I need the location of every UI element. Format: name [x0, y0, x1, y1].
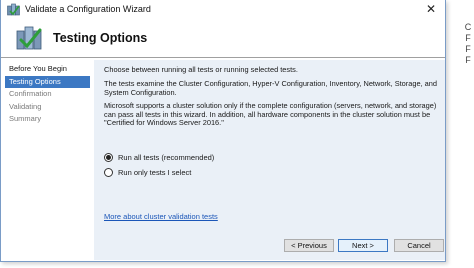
page-header: Testing Options — [1, 18, 445, 58]
support-note-text: Microsoft supports a cluster solution on… — [104, 101, 437, 128]
nav-item-before-you-begin[interactable]: Before You Begin — [5, 63, 90, 76]
title-bar[interactable]: Validate a Configuration Wizard ✕ — [1, 0, 445, 18]
nav-item-testing-options[interactable]: Testing Options — [5, 75, 90, 88]
background-text-fragment: F — [465, 55, 471, 65]
close-icon: ✕ — [425, 2, 437, 16]
nav-item-summary: Summary — [9, 114, 42, 123]
next-button[interactable]: Next > — [338, 239, 388, 252]
wizard-steps-nav: Before You Begin Testing Options Confirm… — [5, 60, 90, 260]
wizard-window: Validate a Configuration Wizard ✕ Testin… — [0, 0, 446, 262]
nav-item-confirmation: Confirmation — [9, 89, 52, 98]
cancel-button[interactable]: Cancel — [394, 239, 444, 252]
page-title: Testing Options — [53, 30, 148, 45]
radio-button[interactable] — [104, 168, 113, 177]
run-selected-tests-option[interactable]: Run only tests I select — [104, 168, 191, 177]
content-panel: Choose between running all tests or runn… — [94, 60, 445, 260]
cluster-validate-icon — [16, 26, 42, 49]
run-selected-tests-label: Run only tests I select — [118, 168, 192, 177]
window-title: Validate a Configuration Wizard — [25, 4, 151, 14]
background-text-fragment: F — [465, 44, 471, 54]
more-info-link[interactable]: More about cluster validation tests — [104, 212, 218, 221]
background-text-fragment: C — [464, 22, 472, 32]
background-text-fragment: F — [465, 33, 471, 43]
intro-text: Choose between running all tests or runn… — [104, 65, 298, 74]
radio-button-selected[interactable] — [104, 153, 113, 162]
previous-button[interactable]: < Previous — [284, 239, 334, 252]
run-all-tests-option[interactable]: Run all tests (recommended) — [104, 153, 214, 162]
description-text: The tests examine the Cluster Configurat… — [104, 79, 438, 97]
nav-item-validating: Validating — [9, 101, 42, 111]
close-button[interactable]: ✕ — [417, 0, 445, 18]
run-all-tests-label: Run all tests (recommended) — [118, 153, 215, 162]
cluster-app-icon — [7, 3, 20, 15]
